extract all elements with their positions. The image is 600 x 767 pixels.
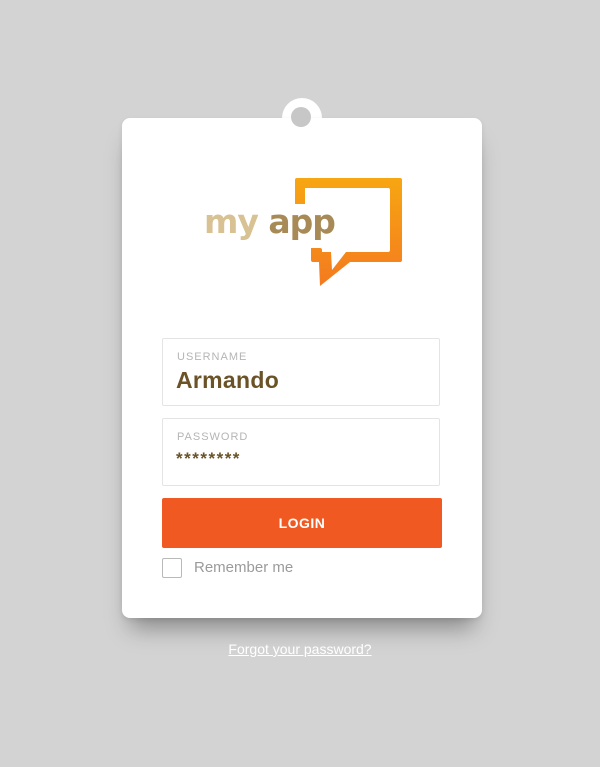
card-hanger-hole bbox=[291, 107, 311, 127]
logo-wordmark: my app bbox=[204, 202, 336, 242]
username-label: USERNAME bbox=[177, 351, 248, 363]
password-value[interactable]: ******** bbox=[176, 449, 241, 469]
logo-app-text: app bbox=[268, 202, 336, 241]
username-value[interactable]: Armando bbox=[176, 367, 279, 394]
remember-me-label[interactable]: Remember me bbox=[194, 559, 293, 576]
login-button[interactable]: LOGIN bbox=[162, 498, 442, 548]
username-field[interactable]: USERNAME Armando bbox=[162, 338, 440, 406]
logo-my-text: my bbox=[204, 202, 259, 241]
password-field[interactable]: PASSWORD ******** bbox=[162, 418, 440, 486]
app-logo: my app bbox=[200, 176, 406, 288]
forgot-password-container: Forgot your password? bbox=[0, 641, 600, 657]
password-label: PASSWORD bbox=[177, 431, 249, 443]
remember-me-checkbox[interactable] bbox=[162, 558, 182, 578]
forgot-password-link[interactable]: Forgot your password? bbox=[228, 641, 371, 657]
